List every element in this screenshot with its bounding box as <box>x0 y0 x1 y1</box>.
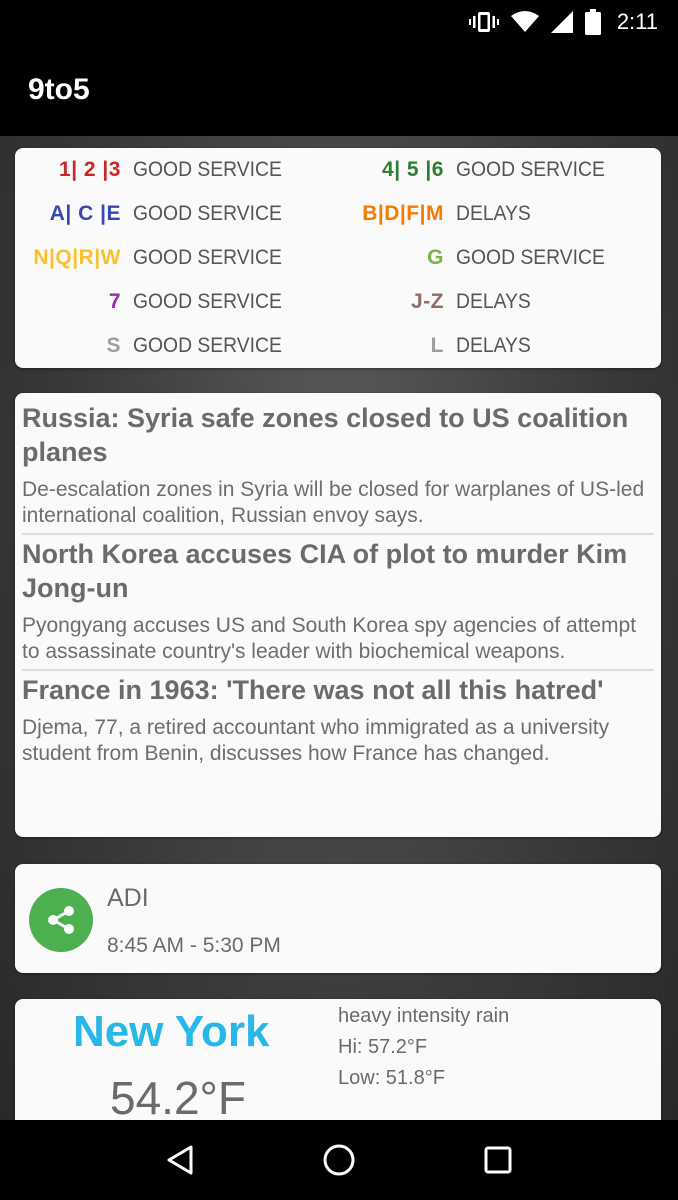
subway-status: GOOD SERVICE <box>456 158 605 181</box>
share-icon[interactable] <box>29 888 93 952</box>
subway-lines: A| C |E <box>49 202 121 225</box>
news-headline: North Korea accuses CIA of plot to murde… <box>22 539 628 603</box>
subway-status: DELAYS <box>456 334 531 357</box>
subway-row: 1| 2 |3 GOOD SERVICE <box>15 148 295 192</box>
news-summary: De-escalation zones in Syria will be clo… <box>22 478 645 527</box>
subway-lines: S <box>106 334 121 357</box>
subway-lines: G <box>427 246 444 269</box>
subway-row: A| C |E GOOD SERVICE <box>15 192 295 236</box>
subway-row: G GOOD SERVICE <box>338 236 618 280</box>
subway-status: GOOD SERVICE <box>456 246 605 269</box>
weather-card: New York 54.2°F heavy intensity rain Hi:… <box>15 999 661 1120</box>
subway-lines: B|D|F|M <box>362 202 444 225</box>
home-icon[interactable] <box>309 1130 369 1190</box>
subway-lines: N|Q|R|W <box>33 246 121 269</box>
weather-high: Hi: 57.2°F <box>338 1036 428 1058</box>
subway-row: S GOOD SERVICE <box>15 324 295 368</box>
subway-lines: 4| 5 |6 <box>382 158 444 181</box>
news-item[interactable]: France in 1963: 'There was not all this … <box>22 669 654 771</box>
navigation-bar <box>0 1120 678 1200</box>
subway-lines: 1| 2 |3 <box>59 158 121 181</box>
news-headline: Russia: Syria safe zones closed to US co… <box>22 403 629 467</box>
app-bar: 9to5 <box>0 44 678 136</box>
subway-status: DELAYS <box>456 290 531 313</box>
clock: 2:11 <box>616 9 658 34</box>
subway-row: L DELAYS <box>338 324 537 368</box>
subway-status: GOOD SERVICE <box>133 290 282 313</box>
subway-row: B|D|F|M DELAYS <box>338 192 537 236</box>
calendar-card[interactable]: ADI 8:45 AM - 5:30 PM <box>15 864 661 973</box>
subway-status: GOOD SERVICE <box>133 334 282 357</box>
vibrate-icon <box>468 10 499 34</box>
subway-lines: 7 <box>108 290 121 313</box>
subway-status: GOOD SERVICE <box>133 246 282 269</box>
cell-signal-icon <box>550 11 573 33</box>
weather-low: Low: 51.8°F <box>338 1067 445 1089</box>
subway-lines: L <box>430 334 444 357</box>
subway-row: N|Q|R|W GOOD SERVICE <box>15 236 295 280</box>
weather-temperature: 54.2°F <box>110 1072 247 1120</box>
news-summary: Pyongyang accuses US and South Korea spy… <box>22 614 637 663</box>
news-card: Russia: Syria safe zones closed to US co… <box>15 393 661 837</box>
subway-row: 4| 5 |6 GOOD SERVICE <box>338 148 618 192</box>
news-headline: France in 1963: 'There was not all this … <box>22 675 604 705</box>
app-title: 9to5 <box>28 73 90 106</box>
subway-row: 7 GOOD SERVICE <box>15 280 295 324</box>
wifi-icon <box>510 11 539 33</box>
weather-city: New York <box>73 1007 270 1056</box>
event-time: 8:45 AM - 5:30 PM <box>107 934 281 957</box>
status-bar: 2:11 <box>0 0 678 44</box>
subway-row: J-Z DELAYS <box>338 280 537 324</box>
subway-status: GOOD SERVICE <box>133 202 282 225</box>
subway-lines: J-Z <box>411 290 444 313</box>
subway-status-card: 1| 2 |3 GOOD SERVICE A| C |E GOOD SERVICE N|… <box>15 148 661 368</box>
recents-icon[interactable] <box>468 1130 528 1190</box>
news-item[interactable]: North Korea accuses CIA of plot to murde… <box>22 533 654 669</box>
news-item[interactable]: Russia: Syria safe zones closed to US co… <box>22 401 654 533</box>
back-icon[interactable] <box>150 1130 210 1190</box>
battery-icon <box>584 9 601 35</box>
subway-status: GOOD SERVICE <box>133 158 282 181</box>
event-name: ADI <box>107 884 149 912</box>
subway-status: DELAYS <box>456 202 531 225</box>
news-summary: Djema, 77, a retired accountant who immi… <box>22 716 610 765</box>
weather-description: heavy intensity rain <box>338 1005 510 1027</box>
